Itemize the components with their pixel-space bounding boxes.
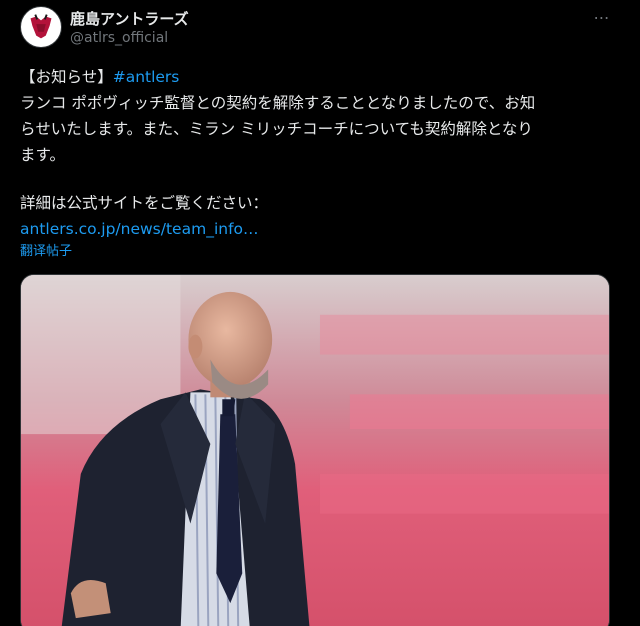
display-name[interactable]: 鹿島アントラーズ [70,8,189,29]
tweet: 鹿島アントラーズ @atlrs_official ⋯ 【お知らせ】#antler… [0,0,640,626]
coach-photo-image [21,275,609,626]
post-line-2: ランコ ポポヴィッチ監督との契約を解除することとなりましたので、お知 [20,94,536,112]
post-line-1: 【お知らせ】#antlers [20,64,620,90]
hashtag-link[interactable]: #antlers [113,68,180,86]
external-link[interactable]: antlers.co.jp/news/team_info… [20,216,620,242]
post-line-3: らせいたします。また、ミラン ミリッチコーチについても契約解除となり [20,120,533,138]
more-options-icon[interactable]: ⋯ [590,8,614,28]
notice-label: 【お知らせ】 [20,68,113,86]
post-photo[interactable] [20,274,610,626]
post-line-4: ます。 [20,146,65,164]
post-text: 【お知らせ】#antlers ランコ ポポヴィッチ監督との契約を解除することとな… [20,64,620,242]
translate-post-link[interactable]: 翻译帖子 [20,240,72,259]
post-line-5: 詳細は公式サイトをご覧ください： [20,194,269,212]
account-handle[interactable]: @atlrs_official [70,30,168,46]
avatar[interactable] [20,6,62,48]
antlers-logo-icon [21,7,61,47]
